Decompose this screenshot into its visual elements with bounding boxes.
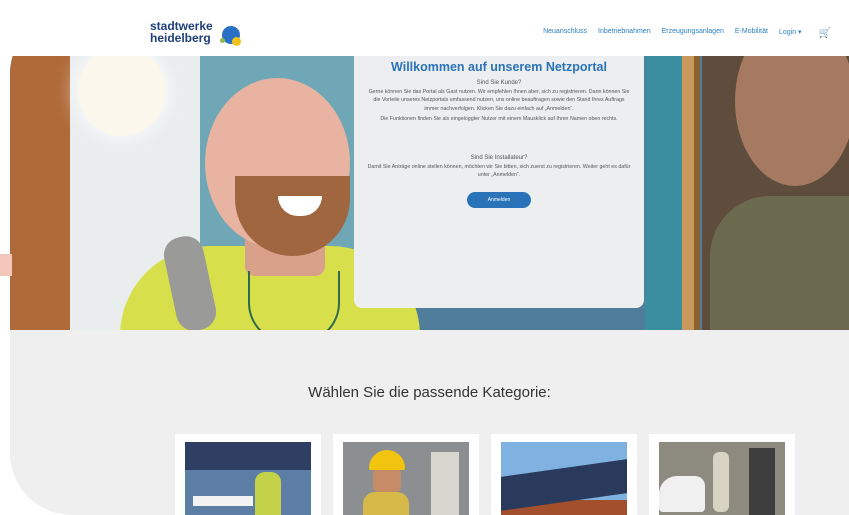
main-navigation: Neuanschluss Inbetriebnahmen Erzeugungsa… [543, 28, 831, 39]
category-tile-erzeugungsanlagen[interactable] [491, 434, 637, 515]
accent-bar [0, 254, 12, 276]
nav-inbetriebnahmen[interactable]: Inbetriebnahmen [598, 28, 651, 39]
welcome-title: Willkommen auf unserem Netzportal [391, 60, 607, 74]
welcome-card: Willkommen auf unserem Netzportal Sind S… [354, 56, 644, 308]
installer-question: Sind Sie Installateur? [470, 155, 528, 162]
tile-hard-hat [369, 450, 405, 470]
logo-mark-yellow [232, 37, 241, 46]
logo-mark-green [220, 38, 225, 43]
hero-mirror-edge [694, 56, 700, 330]
category-tile-inbetriebnahme[interactable] [333, 434, 479, 515]
customer-text: Gerne können Sie das Portal als Gast nut… [368, 89, 630, 112]
tile-image-ev-charging [659, 442, 785, 515]
page-frame: stadtwerke heidelberg Neuanschluss Inbet… [10, 12, 849, 515]
tile-image-construction [185, 442, 311, 515]
category-heading: Wählen Sie die passende Kategorie: [308, 384, 551, 401]
nav-login[interactable]: Login ▾ [779, 28, 802, 39]
category-tile-e-mobilitaet[interactable] [649, 434, 795, 515]
hero-worker-lanyard [248, 271, 340, 330]
tile-worker [255, 472, 281, 515]
nav-neuanschluss[interactable]: Neuanschluss [543, 28, 587, 39]
tile-electrician-body [363, 492, 409, 515]
site-header: stadtwerke heidelberg Neuanschluss Inbet… [10, 12, 849, 56]
tile-barrier [193, 496, 253, 506]
nav-erzeugungsanlagen[interactable]: Erzeugungsanlagen [662, 28, 724, 39]
logo-line-2: heidelberg [150, 31, 211, 45]
installer-text: Damit Sie Anträge online stellen können,… [367, 164, 631, 179]
category-tile-neuanschluss[interactable] [175, 434, 321, 515]
customer-question: Sind Sie Kunde? [476, 80, 522, 86]
hero-reflection-shoulder [710, 196, 849, 330]
anmelden-button[interactable]: Anmelden [467, 191, 531, 208]
stadtwerke-logo[interactable]: stadtwerke heidelberg [150, 20, 241, 50]
customer-text-functions: Die Funktionen finden Sie als eingeloggt… [380, 115, 618, 122]
tile-electric-car [659, 476, 705, 512]
tile-person [713, 452, 729, 512]
tile-electrician-face [373, 468, 401, 492]
tile-image-electrician [343, 442, 469, 515]
cart-icon[interactable]: 🛒 [819, 28, 831, 39]
tile-charging-station [749, 448, 775, 515]
category-tiles [175, 434, 795, 515]
tile-meter-panel [431, 452, 459, 515]
card-spacer [354, 123, 644, 149]
nav-e-mobilitaet[interactable]: E-Mobilität [735, 28, 768, 39]
tile-image-solar-house [501, 442, 627, 515]
